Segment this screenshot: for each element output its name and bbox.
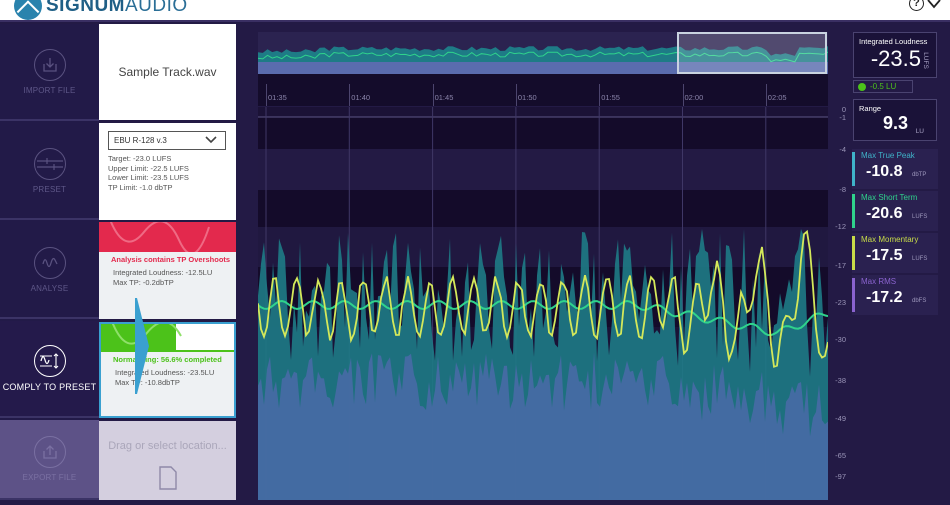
overview-timeline[interactable] (257, 32, 829, 74)
y-tick-label: -30 (835, 335, 846, 344)
import-icon (33, 48, 66, 81)
level-band (258, 117, 828, 149)
range-meter: Range 9.3 LU (853, 99, 937, 141)
sliders-icon (33, 147, 66, 180)
max-rms-stat: Max RMS -17.2 dbFS (852, 275, 938, 315)
chevron-down-icon (205, 136, 217, 144)
file-card[interactable]: Sample Track.wav (99, 24, 236, 120)
loudness-plot (257, 107, 829, 500)
status-dot (858, 83, 866, 91)
time-gridline (765, 84, 767, 106)
y-tick-label: -23 (835, 298, 846, 307)
comply-status: Normalising: 56.6% completed (113, 355, 222, 364)
time-axis: 01:35 01:40 01:45 01:50 01:55 02:00 02:05 (258, 74, 828, 106)
time-tick-label: 02:00 (684, 93, 704, 102)
analyse-status: Analysis contains TP Overshoots (111, 255, 231, 264)
y-tick-label: -12 (835, 222, 846, 231)
y-tick-label: -49 (835, 414, 846, 423)
chevron-down-icon[interactable] (926, 0, 942, 11)
nav-import-file[interactable]: IMPORT FILE (0, 24, 99, 121)
export-hint: Drag or select location... (108, 440, 227, 452)
level-band (258, 107, 828, 117)
active-step-arrow (135, 298, 149, 394)
comply-max-tp: Max TP: -10.8dbTP (115, 377, 180, 387)
time-gridline (515, 84, 517, 106)
file-icon (158, 466, 177, 490)
preset-card: EBU R-128 v.3 Target: -23.0 LUFS Upper L… (99, 123, 236, 220)
comply-progress (101, 324, 234, 352)
preset-upper-limit: Upper Limit: -22.5 LUFS (108, 163, 189, 173)
nav-analyse[interactable]: ANALYSE (0, 222, 99, 319)
wave-decoration (112, 324, 182, 345)
y-tick-label: -17 (835, 261, 846, 270)
analyse-max-tp: Max TP: -0.2dbTP (113, 277, 174, 287)
y-axis: 0 -1 -4 -8 -12 -17 -23 -30 -38 -49 -65 -97 (828, 100, 852, 500)
preset-tp-limit: TP Limit: -1.0 dbTP (108, 182, 173, 192)
time-tick-label: 01:40 (351, 93, 371, 102)
analyse-header (99, 222, 236, 252)
y-tick-label: -65 (835, 451, 846, 460)
time-tick-label: 02:05 (767, 93, 787, 102)
step-cards: Sample Track.wav EBU R-128 v.3 Target: -… (99, 24, 236, 500)
max-short-term-stat: Max Short Term -20.6 LUFS (852, 191, 938, 231)
brand-name: SIGNUMAUDIO (46, 0, 188, 16)
level-band (258, 227, 828, 267)
help-icon[interactable]: ? (909, 0, 924, 11)
time-gridline (682, 84, 684, 106)
y-tick-label: -38 (835, 376, 846, 385)
meters-panel: Integrated Loudness -23.5 LUFS -0.5 LU R… (852, 24, 950, 500)
preset-target: Target: -23.0 LUFS (108, 154, 172, 163)
time-tick-label: 01:50 (517, 93, 537, 102)
max-true-peak-stat: Max True Peak -10.8 dbTP (852, 149, 938, 189)
time-tick-label: 01:45 (434, 93, 454, 102)
analyse-card: Analysis contains TP Overshoots Integrat… (99, 222, 236, 319)
comply-integrated: Integrated Loudness: -23.5LU (115, 368, 215, 377)
time-gridline (599, 84, 601, 106)
max-momentary-stat: Max Momentary -17.5 LUFS (852, 233, 938, 273)
time-gridline (266, 84, 267, 106)
overview-selection-window (677, 32, 827, 74)
time-gridline (432, 84, 434, 106)
loudness-diff: -0.5 LU (853, 80, 913, 93)
workflow-nav: IMPORT FILE PRESET ANALYSE COMPLY TO PRE… (0, 24, 99, 500)
export-card[interactable]: Drag or select location... (99, 421, 236, 500)
comply-card: Normalising: 56.6% completed Integrated … (99, 322, 236, 418)
y-tick-label: -8 (839, 185, 846, 194)
preset-select[interactable]: EBU R-128 v.3 (108, 131, 226, 150)
loudness-graph: 01:35 01:40 01:45 01:50 01:55 02:00 02:05 (257, 24, 829, 500)
analyse-integrated: Integrated Loudness: -12.5LU (113, 268, 213, 277)
logo-icon (14, 0, 42, 20)
y-tick-label: -97 (835, 472, 846, 481)
nav-preset[interactable]: PRESET (0, 123, 99, 220)
integrated-loudness-meter: Integrated Loudness -23.5 LUFS (853, 32, 937, 78)
nav-comply-to-preset[interactable]: COMPLY TO PRESET (0, 321, 99, 418)
level-band (258, 149, 828, 190)
overview-waveform (257, 32, 829, 74)
file-name: Sample Track.wav (118, 65, 217, 79)
y-tick-label: -4 (839, 145, 846, 154)
progress-line (101, 350, 234, 352)
main-plot[interactable] (257, 107, 829, 500)
top-bar: SIGNUMAUDIO ? (0, 0, 950, 22)
time-tick-label: 01:35 (268, 93, 287, 102)
preset-lower-limit: Lower Limit: -23.5 LUFS (108, 173, 189, 182)
level-band (258, 190, 828, 227)
wave-decoration (110, 222, 210, 252)
y-tick-label: -1 (839, 113, 846, 122)
comply-icon (33, 345, 66, 377)
time-tick-label: 01:55 (601, 93, 620, 102)
nav-export-file[interactable]: EXPORT FILE (0, 420, 99, 500)
waveform-icon (33, 246, 66, 279)
export-icon (33, 436, 66, 468)
logo: SIGNUMAUDIO (14, 0, 188, 20)
time-gridline (349, 84, 351, 106)
